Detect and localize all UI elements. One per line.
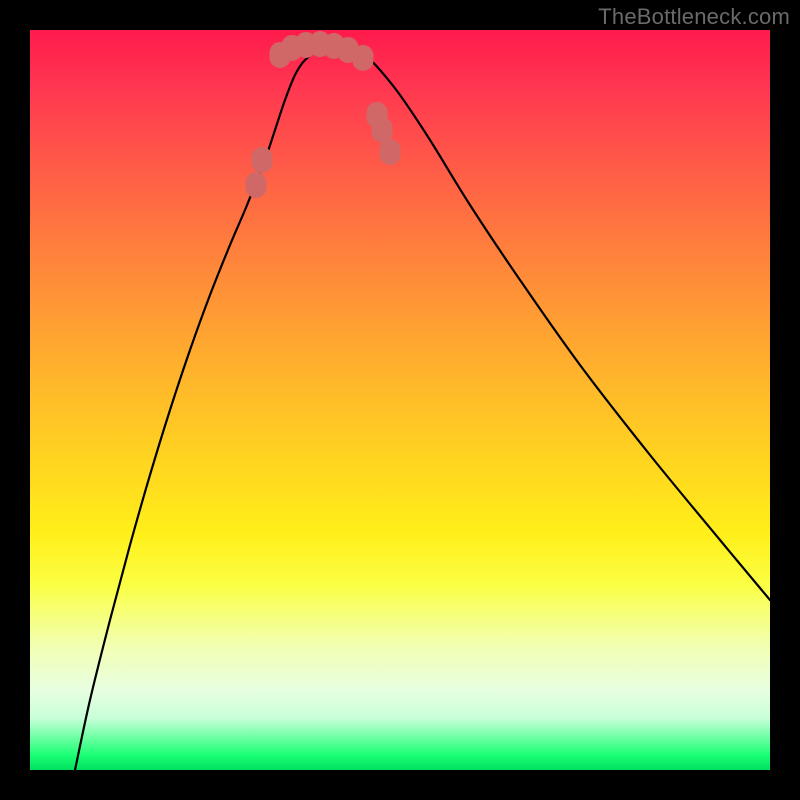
curve-marker [353,46,373,71]
chart-frame: TheBottleneck.com [0,0,800,800]
curve-svg [30,30,770,770]
curve-marker [372,118,392,143]
curve-marker [252,148,272,173]
curve-marker [380,140,400,165]
curve-marker [246,173,266,198]
bottleneck-curve [75,45,770,770]
highlighted-markers [246,32,400,198]
watermark-text: TheBottleneck.com [598,4,790,30]
plot-area [30,30,770,770]
